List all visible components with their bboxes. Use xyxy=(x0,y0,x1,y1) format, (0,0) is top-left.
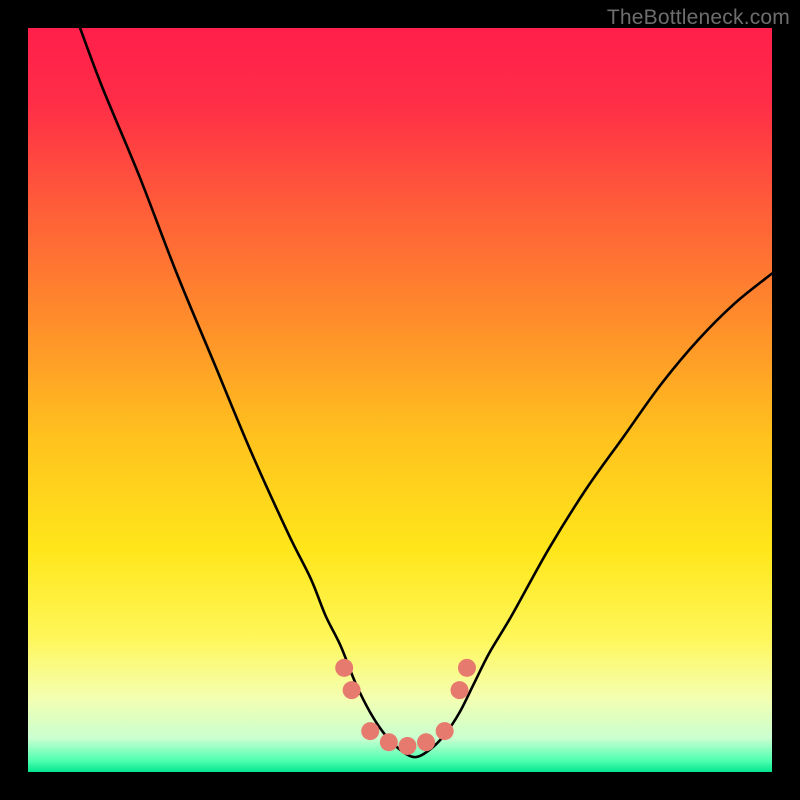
watermark-text: TheBottleneck.com xyxy=(607,6,790,30)
highlight-dot xyxy=(361,722,379,740)
plot-area xyxy=(28,28,772,772)
highlight-dot xyxy=(398,737,416,755)
highlight-dot xyxy=(451,681,469,699)
highlight-dot xyxy=(380,733,398,751)
highlight-dot xyxy=(417,733,435,751)
highlight-dot xyxy=(343,681,361,699)
highlight-dot xyxy=(436,722,454,740)
highlight-dot xyxy=(335,659,353,677)
highlight-dot xyxy=(458,659,476,677)
curve-layer xyxy=(28,28,772,772)
chart-frame: TheBottleneck.com xyxy=(0,0,800,800)
bottleneck-curve xyxy=(80,28,772,757)
highlight-dots xyxy=(335,659,476,755)
